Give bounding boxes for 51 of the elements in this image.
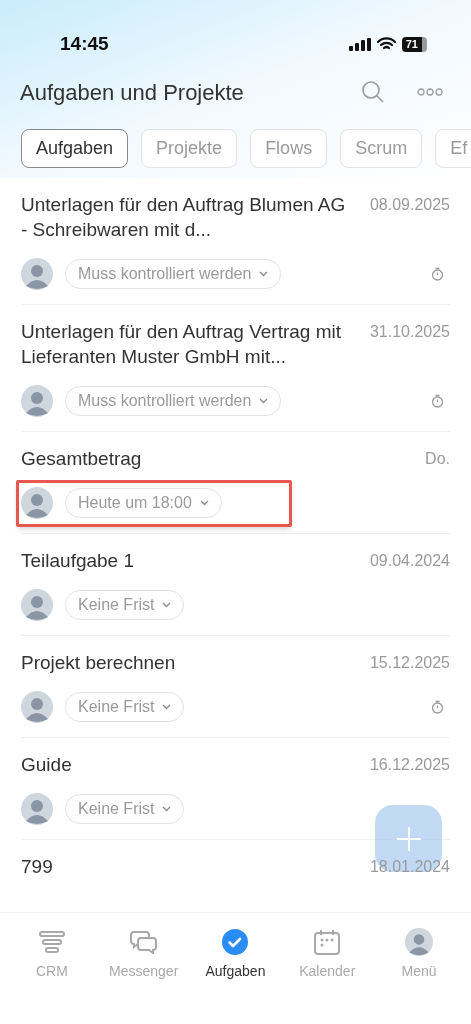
nav-tab[interactable]: Kalender (282, 927, 373, 982)
task-title[interactable]: Unterlagen für den Auftrag Blumen AG - Schreibwaren mit d... (21, 192, 354, 242)
nav-tab[interactable]: CRM (6, 927, 97, 982)
plus-icon (396, 826, 421, 851)
chevron-down-icon (162, 602, 172, 608)
avatar (21, 258, 53, 290)
status-time: 14:45 (60, 31, 109, 56)
filter-tab[interactable]: Aufgaben (21, 129, 129, 168)
filter-tab[interactable]: Scrum (340, 129, 423, 168)
avatar (405, 928, 434, 956)
filter-tab[interactable]: Ef (435, 129, 471, 168)
wifi-icon (376, 37, 396, 51)
stopwatch-icon (431, 267, 444, 281)
stopwatch-icon (431, 394, 444, 408)
nav-tab[interactable]: Messenger (98, 927, 189, 982)
avatar (21, 691, 53, 723)
calendar-icon (314, 929, 341, 955)
signal-icon (348, 37, 371, 51)
check-circle-icon (222, 929, 249, 955)
task-date: Do. (425, 449, 450, 469)
funnel-icon (38, 930, 65, 954)
task-title[interactable]: Gesamtbetrag (21, 446, 142, 471)
search-icon[interactable] (361, 80, 385, 104)
avatar (21, 589, 53, 621)
task-date: 16.12.2025 (369, 755, 450, 775)
task-date: 31.10.2025 (369, 322, 450, 342)
avatar (21, 793, 53, 825)
task-title[interactable]: Unterlagen für den Auftrag Vertrag mit Lieferanten Muster GmbH mit... (21, 319, 354, 369)
more-icon[interactable] (417, 88, 443, 96)
chevron-down-icon (199, 500, 209, 506)
chevron-down-icon (162, 806, 172, 812)
stopwatch-icon (431, 700, 444, 714)
chat-bubbles-icon (130, 930, 158, 954)
task-title[interactable]: Teilaufgabe 1 (21, 548, 135, 573)
task-title[interactable]: 799 (21, 854, 53, 879)
avatar (21, 385, 53, 417)
avatar (21, 487, 53, 519)
filter-tab[interactable]: Projekte (141, 129, 238, 168)
chevron-down-icon (162, 704, 172, 710)
battery-indicator: 71 (401, 36, 427, 52)
nav-tab[interactable]: Menü (374, 927, 465, 982)
chevron-down-icon (259, 271, 269, 277)
task-title[interactable]: Projekt berechnen (21, 650, 176, 675)
task-date: 09.04.2024 (369, 551, 450, 571)
task-date: 15.12.2025 (369, 653, 450, 673)
task-date: 08.09.2025 (369, 195, 450, 215)
nav-tab[interactable]: Aufgaben (190, 927, 281, 982)
task-title[interactable]: Guide (21, 752, 72, 777)
filter-tab[interactable]: Flows (250, 129, 328, 168)
chevron-down-icon (259, 398, 269, 404)
page-title: Aufgaben und Projekte (20, 78, 244, 107)
